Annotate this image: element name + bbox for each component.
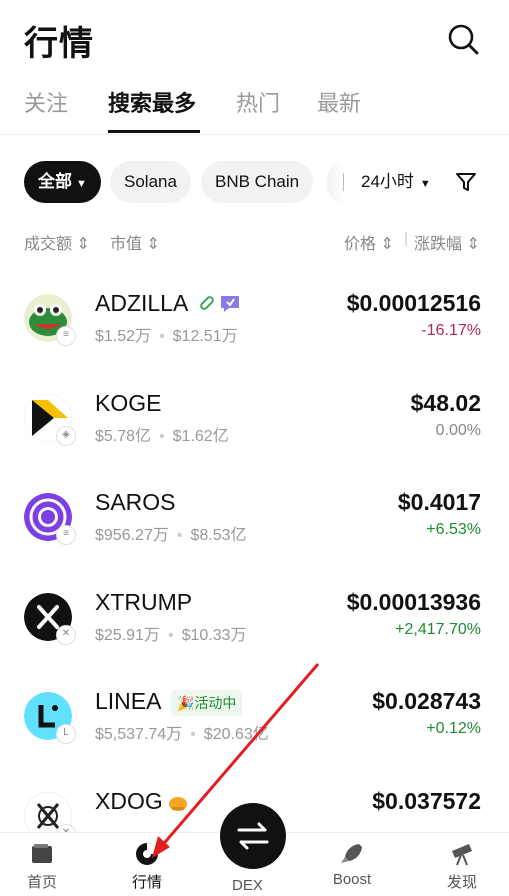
wallet-icon xyxy=(32,844,52,863)
token-change: +6.53% xyxy=(426,521,481,538)
token-stats: $1.52万 • $12.51万 xyxy=(95,328,238,345)
sort-bar: 成交额 ⇕ 市值 ⇕ 价格 ⇕ | 涨跌幅 ⇕ xyxy=(24,230,484,254)
nav-discover[interactable]: 发现 xyxy=(432,841,492,892)
market-cap-value: $8.53亿 xyxy=(190,527,247,544)
tab-hot[interactable]: 热门 xyxy=(236,86,280,118)
nav-home[interactable]: 首页 xyxy=(12,841,72,892)
market-cap-value: $12.51万 xyxy=(172,328,238,345)
token-change: +0.12% xyxy=(426,720,481,737)
market-icon xyxy=(136,843,158,865)
token-symbol: KOGE xyxy=(95,390,162,416)
token-stats: $25.91万 • $10.33万 xyxy=(95,627,247,644)
token-symbol: SAROS xyxy=(95,489,176,515)
token-price: $48.02 xyxy=(410,390,481,416)
token-stats: $5,537.74万 • $20.63亿 xyxy=(95,726,269,743)
token-row-saros[interactable]: ≡ SAROS $956.27万 • $8.53亿 $0.4017 +6.53% xyxy=(0,489,509,589)
time-range-select[interactable]: 24小时 ▼ xyxy=(361,161,431,205)
token-row-xtrump[interactable]: ✕ XTRUMP $25.91万 • $10.33万 $0.00013936 +2,… xyxy=(0,589,509,689)
link-icon xyxy=(200,296,214,310)
chip-all[interactable]: 全部 ▼ xyxy=(24,161,101,203)
active-tab-indicator xyxy=(108,130,200,133)
divider xyxy=(0,134,509,135)
telescope-icon xyxy=(452,844,472,866)
token-change: 0.00% xyxy=(435,422,481,439)
market-cap-value: $20.63亿 xyxy=(203,726,269,743)
nav-market[interactable]: 行情 xyxy=(117,841,177,892)
token-row-koge[interactable]: ◈ KOGE $5.78亿 • $1.62亿 $48.02 0.00% xyxy=(0,390,509,490)
dex-swap-button[interactable] xyxy=(220,803,286,869)
token-price: $0.00012516 xyxy=(346,290,481,316)
category-tabs: 关注 搜索最多 热门 最新 xyxy=(24,84,494,134)
search-icon[interactable] xyxy=(446,22,480,56)
chain-badge-icon: ≡ xyxy=(56,525,76,545)
header: 行情 xyxy=(0,0,509,80)
chain-badge-icon: ◈ xyxy=(56,426,76,446)
token-price: $0.028743 xyxy=(372,688,481,714)
nav-boost[interactable]: Boost xyxy=(322,841,382,888)
chain-badge-icon: L xyxy=(56,724,76,744)
volume-value: $5,537.74万 xyxy=(95,726,183,743)
token-change: +2,417.70% xyxy=(395,621,481,638)
rocket-icon xyxy=(341,844,362,863)
tab-newest[interactable]: 最新 xyxy=(317,86,361,118)
volume-value: $5.78亿 xyxy=(95,428,152,445)
chain-badge-icon: ≡ xyxy=(56,326,76,346)
sort-volume[interactable]: 成交额 ⇕ xyxy=(24,230,90,254)
token-symbol: LINEA xyxy=(95,688,162,714)
sort-market-cap[interactable]: 市值 ⇕ xyxy=(110,230,160,254)
tab-watchlist[interactable]: 关注 xyxy=(24,86,68,118)
sort-separator: | xyxy=(404,230,409,247)
token-price: $0.00013936 xyxy=(346,589,481,615)
page-title: 行情 xyxy=(24,25,94,63)
token-symbol: ADZILLA xyxy=(95,290,189,316)
chat-icon xyxy=(221,296,239,312)
party-icon: 🎉 xyxy=(177,695,195,711)
token-symbol: XTRUMP xyxy=(95,589,193,615)
token-change: -16.17% xyxy=(421,322,481,339)
token-symbol: XDOG xyxy=(95,788,163,814)
nav-dex-label[interactable]: DEX xyxy=(232,877,263,894)
chip-solana[interactable]: Solana xyxy=(110,161,191,203)
token-price: $0.4017 xyxy=(397,489,481,515)
token-price: $0.037572 xyxy=(372,788,481,814)
crown-icon xyxy=(169,797,187,811)
token-stats: $5.78亿 • $1.62亿 xyxy=(95,428,229,445)
swap-icon xyxy=(237,822,269,850)
token-row-adzilla[interactable]: ≡ ADZILLA $1.52万 • $12.51万 $0.00012516 -16… xyxy=(0,290,509,390)
chain-badge-icon: ✕ xyxy=(56,625,76,645)
event-badge: 🎉活动中 xyxy=(171,690,243,716)
chip-bnb-chain[interactable]: BNB Chain xyxy=(201,161,314,203)
volume-value: $25.91万 xyxy=(95,627,160,644)
filter-bar: 全部 ▼ Solana BNB Chain 24小时 ▼ xyxy=(24,161,494,203)
token-row-linea[interactable]: L LINEA 🎉活动中 $5,537.74万 • $20.63亿 $0.02874… xyxy=(0,688,509,788)
volume-value: $1.52万 xyxy=(95,328,152,345)
sort-price[interactable]: 价格 ⇕ xyxy=(344,230,394,254)
volume-value: $956.27万 xyxy=(95,527,169,544)
tab-most-searched[interactable]: 搜索最多 xyxy=(108,86,196,118)
sort-change[interactable]: 涨跌幅 ⇕ xyxy=(414,230,480,254)
filter-separator xyxy=(343,173,344,191)
market-cap-value: $10.33万 xyxy=(181,627,247,644)
token-stats: $956.27万 • $8.53亿 xyxy=(95,527,247,544)
market-cap-value: $1.62亿 xyxy=(172,428,229,445)
filter-icon[interactable] xyxy=(455,171,477,193)
